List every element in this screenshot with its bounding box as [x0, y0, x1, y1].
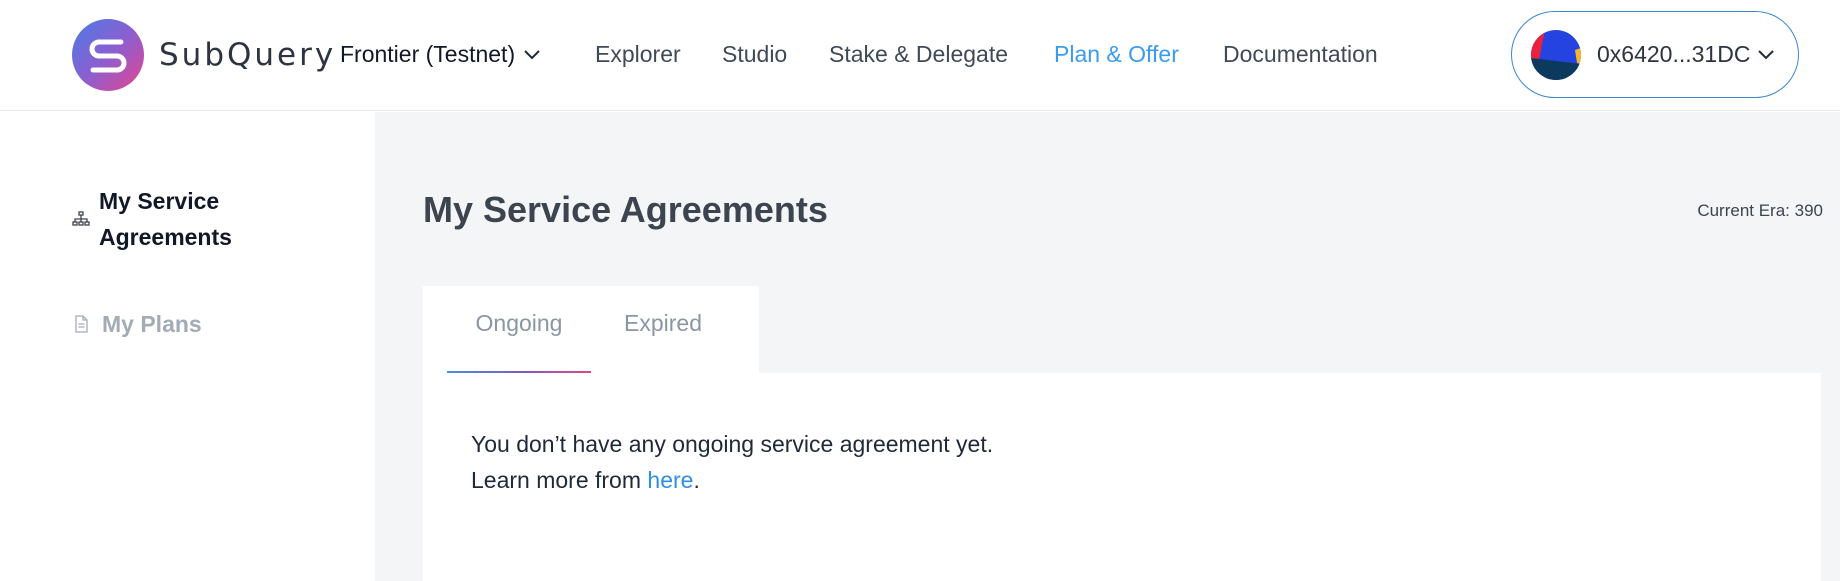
nav-documentation[interactable]: Documentation	[1223, 41, 1378, 68]
sidebar-item-my-plans[interactable]: My Plans	[72, 309, 202, 339]
nav-stake-delegate[interactable]: Stake & Delegate	[829, 41, 1008, 68]
empty-state-message: You don’t have any ongoing service agree…	[471, 431, 994, 457]
sidebar-item-service-agreements[interactable]: My Service Agreements	[72, 183, 299, 255]
main-content: My Service Agreements Current Era: 390 O…	[375, 112, 1840, 581]
learn-more-link[interactable]: here	[647, 467, 693, 493]
tab-ongoing[interactable]: Ongoing	[447, 286, 591, 374]
nav-studio[interactable]: Studio	[722, 41, 787, 68]
brand-name: SubQuery	[159, 37, 337, 73]
sitemap-icon	[72, 211, 90, 226]
chevron-down-icon	[1758, 49, 1775, 59]
tab-expired[interactable]: Expired	[591, 286, 735, 374]
nav-plan-offer[interactable]: Plan & Offer	[1054, 41, 1179, 68]
nav-explorer[interactable]: Explorer	[595, 41, 681, 68]
network-selector[interactable]: Frontier (Testnet)	[340, 41, 541, 68]
network-label: Frontier (Testnet)	[340, 41, 516, 67]
subquery-logo[interactable]: SubQuery	[71, 18, 336, 92]
current-era: Current Era: 390	[1697, 201, 1823, 220]
empty-state-learn-more: Learn more from here.	[471, 462, 993, 498]
sidebar-item-label: My Plans	[102, 311, 202, 337]
learn-more-suffix: .	[693, 467, 700, 493]
wallet-avatar	[1531, 29, 1581, 80]
sidebar: My Service Agreements My Plans	[0, 112, 375, 581]
wallet-button[interactable]: 0x6420...31DC	[1511, 11, 1799, 98]
chevron-down-icon	[524, 49, 540, 59]
subquery-logo-icon	[72, 19, 144, 91]
top-header: SubQuery Frontier (Testnet) Explorer Stu…	[0, 0, 1840, 111]
tab-bar: Ongoing Expired	[423, 286, 759, 386]
empty-state: You don’t have any ongoing service agree…	[471, 426, 993, 498]
wallet-address: 0x6420...31DC	[1597, 41, 1751, 67]
document-icon	[75, 315, 88, 333]
sidebar-item-label: My Service Agreements	[99, 188, 232, 250]
learn-more-prefix: Learn more from	[471, 467, 648, 493]
page-title: My Service Agreements	[423, 189, 828, 230]
agreements-panel: You don’t have any ongoing service agree…	[423, 373, 1821, 581]
